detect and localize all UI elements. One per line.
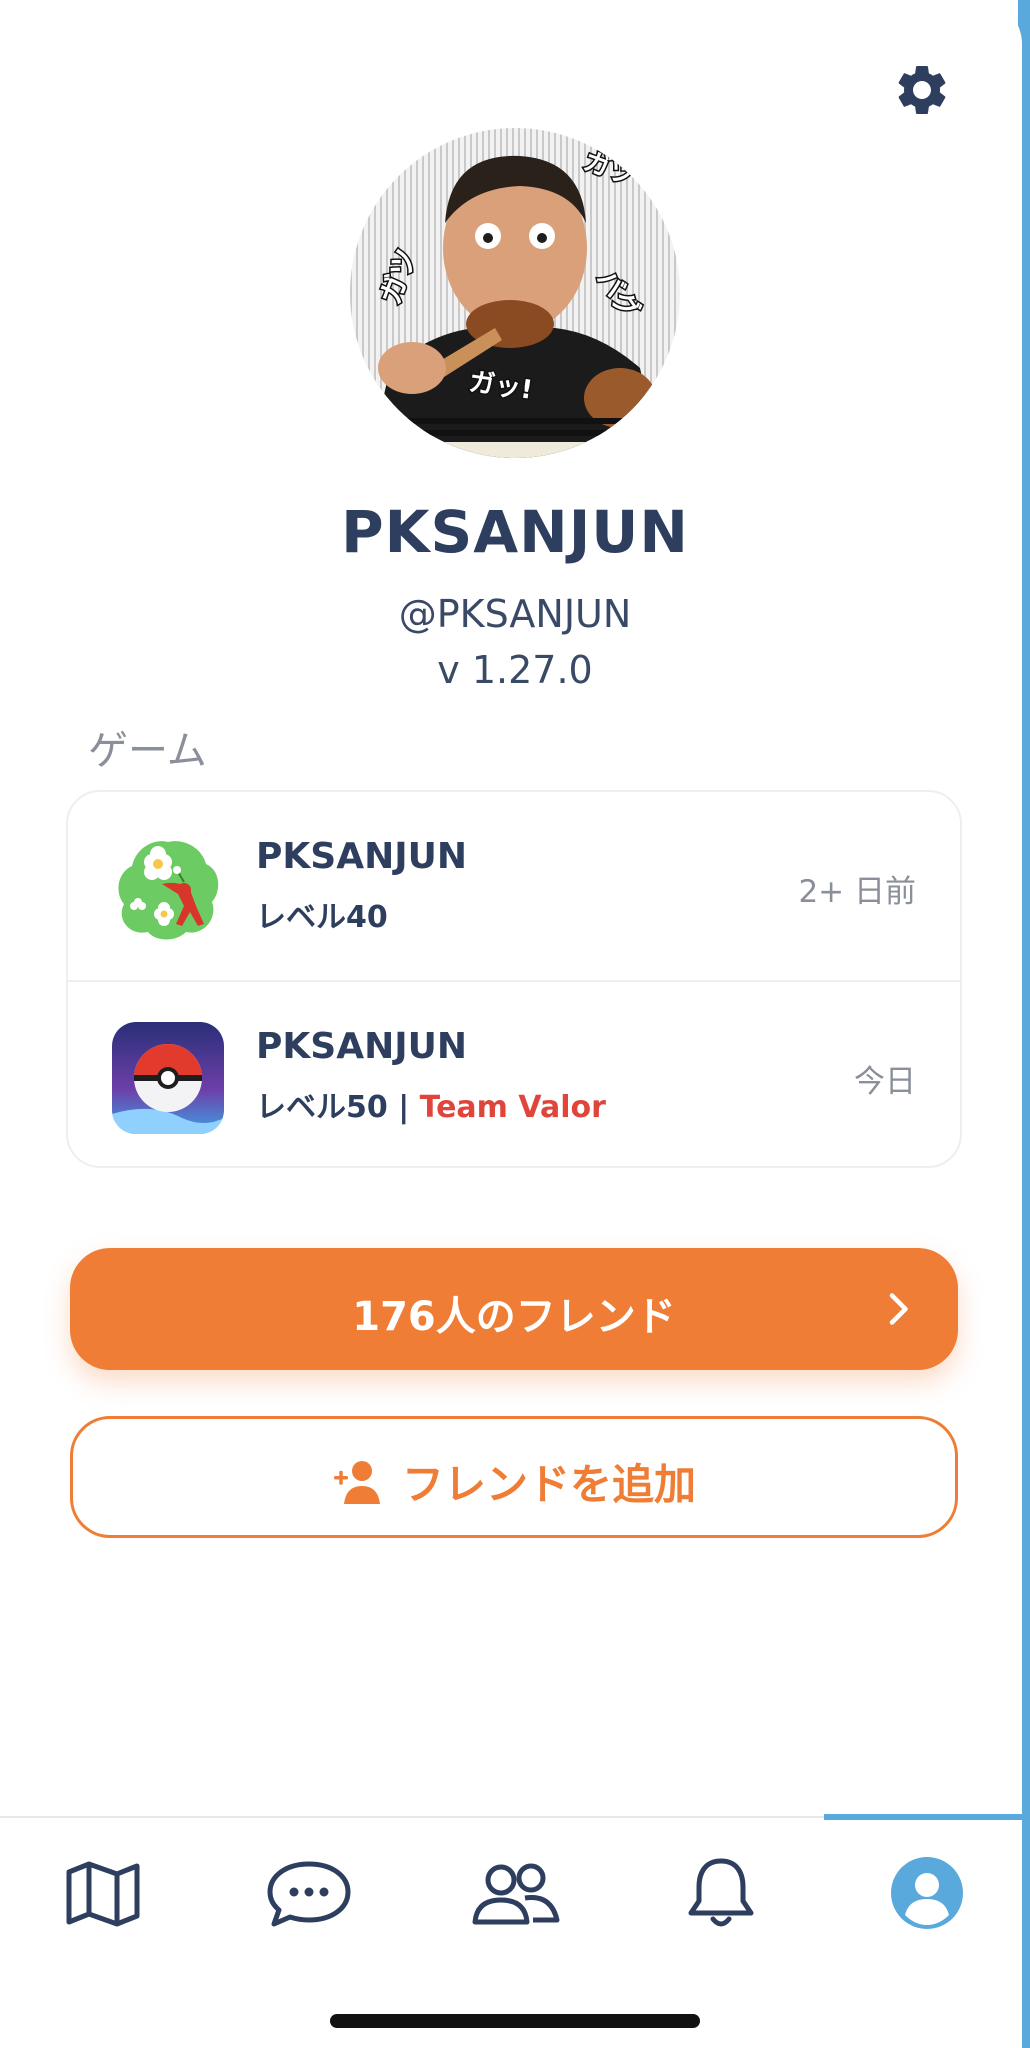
game-level: レベル50 |: [256, 1090, 420, 1125]
add-friend-button[interactable]: フレンドを追加: [70, 1416, 958, 1538]
profile-screen: ガツ バグ ガツ ガッ! PKSANJUN @PKSANJUN v 1.27.0…: [0, 0, 1022, 2048]
game-row-pokemon-go[interactable]: PKSANJUN レベル50 | Team Valor 今日: [68, 982, 960, 1166]
username-handle: @PKSANJUN: [398, 592, 632, 636]
nav-tab-notifications[interactable]: [618, 1838, 824, 1948]
add-friend-content: フレンドを追加: [73, 1451, 955, 1512]
avatar[interactable]: ガツ バグ ガツ ガッ!: [350, 128, 680, 458]
last-seen: 今日: [854, 1064, 916, 1100]
avatar-image: ガツ バグ ガツ ガッ!: [350, 128, 680, 458]
display-name: PKSANJUN: [341, 498, 689, 566]
home-indicator[interactable]: [330, 2014, 700, 2028]
nav-tab-map[interactable]: [0, 1838, 206, 1948]
settings-button[interactable]: [888, 56, 956, 124]
games-section-title: ゲーム: [88, 728, 207, 774]
pokemon-go-app-icon: [112, 1022, 224, 1134]
game-level-and-team: レベル50 | Team Valor: [256, 1082, 606, 1126]
friends-list-button[interactable]: 176人のフレンド: [70, 1248, 958, 1370]
chevron-right-icon: [889, 1293, 908, 1325]
team-name: Team Valor: [419, 1090, 606, 1125]
add-friend-label: フレンドを追加: [401, 1460, 696, 1509]
map-icon: [66, 1861, 140, 1927]
game-player-name: PKSANJUN: [256, 1026, 467, 1067]
bell-icon: [688, 1858, 754, 1927]
friends-icon: [472, 1863, 560, 1925]
nav-tab-profile[interactable]: [824, 1838, 1030, 1948]
pikmin-bloom-app-icon: [118, 841, 219, 940]
profile-icon: [891, 1857, 963, 1929]
nav-tab-friends[interactable]: [412, 1838, 618, 1948]
chat-icon: [267, 1861, 351, 1927]
games-card: PKSANJUN レベル40 2+ 日前 PKSANJUN レベル50 | Te…: [66, 790, 962, 1168]
last-seen: 2+ 日前: [798, 874, 916, 910]
app-version: v 1.27.0: [437, 648, 593, 692]
gear-icon: [898, 65, 946, 114]
game-level: レベル40: [256, 900, 388, 935]
friends-count-label: 176人のフレンド: [352, 1294, 676, 1340]
game-player-name: PKSANJUN: [256, 836, 467, 877]
nav-tab-chat[interactable]: [206, 1838, 412, 1948]
add-person-icon: [333, 1460, 380, 1504]
active-tab-indicator: [824, 1814, 1030, 1820]
game-row-pikmin-bloom[interactable]: PKSANJUN レベル40 2+ 日前: [68, 792, 960, 980]
